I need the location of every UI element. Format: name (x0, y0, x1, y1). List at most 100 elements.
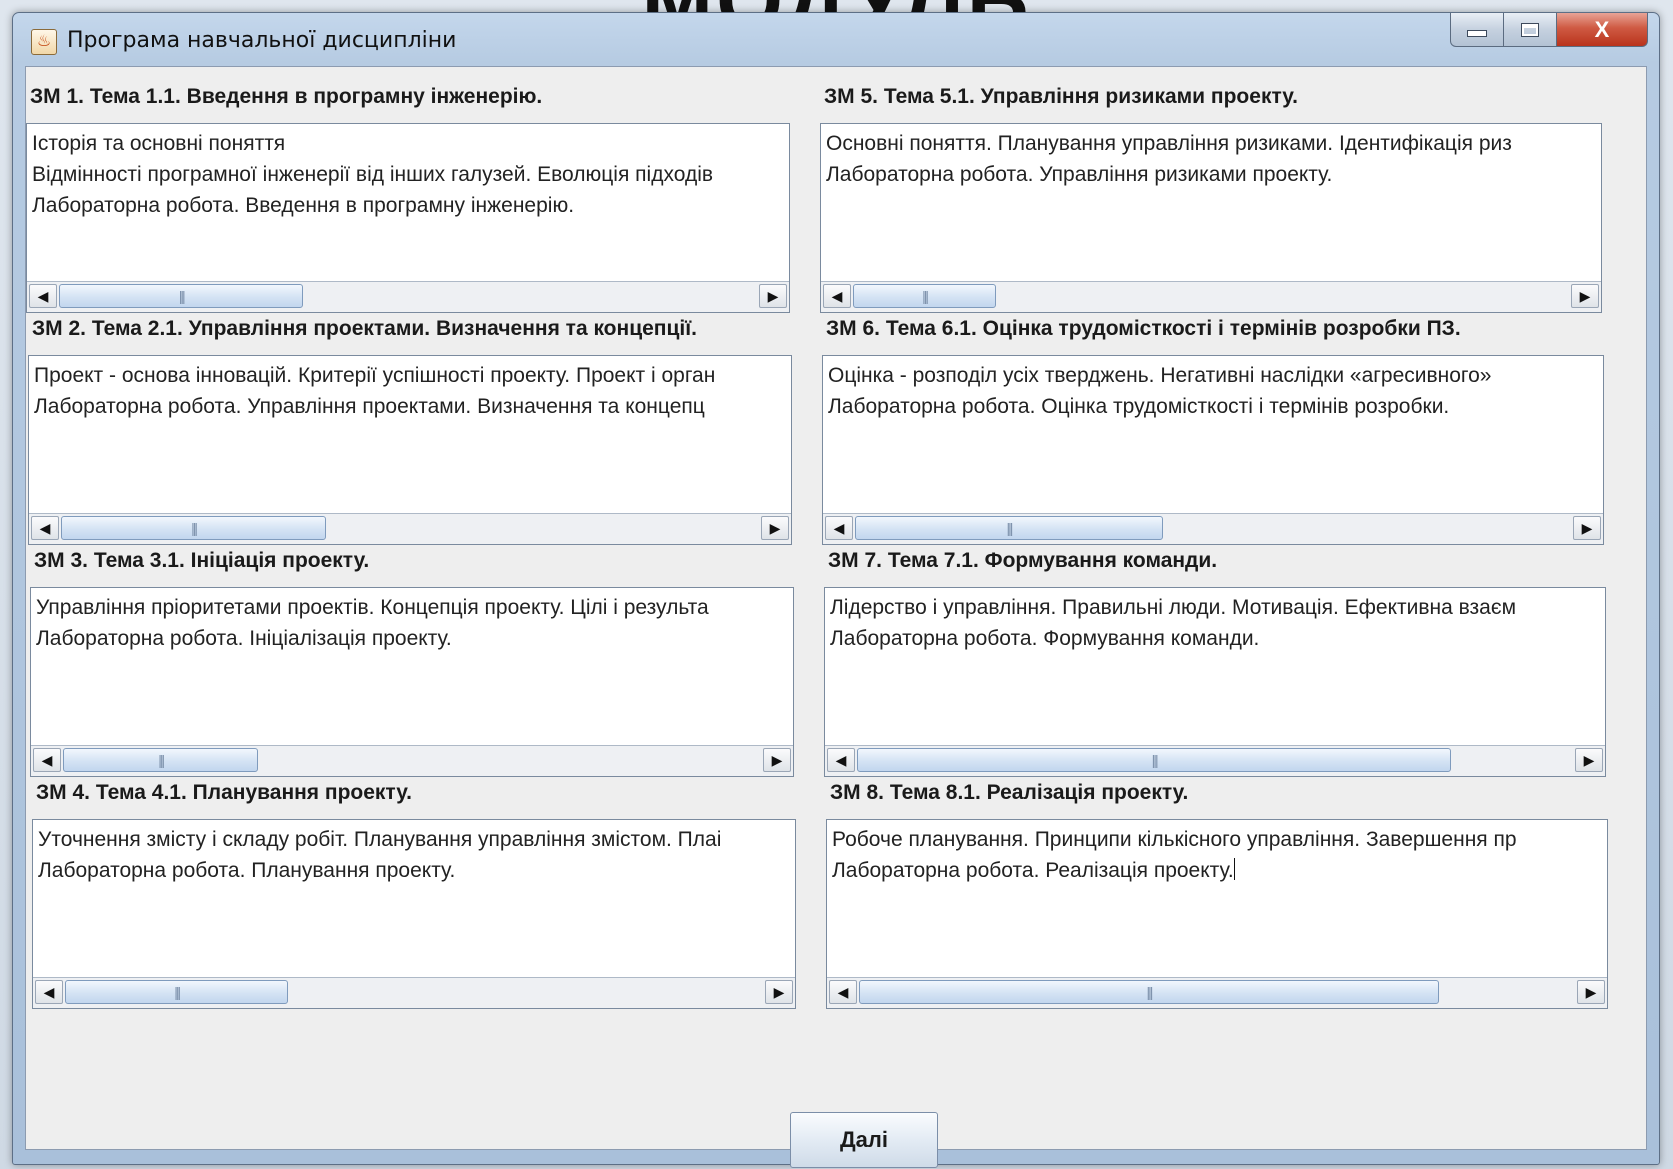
topic-text-area[interactable]: Проект - основа інновацій. Критерії успі… (28, 355, 792, 545)
scroll-thumb[interactable]: ||| (63, 748, 259, 772)
topic-text-area[interactable]: Лідерство і управління. Правильні люди. … (824, 587, 1606, 777)
scroll-right-button[interactable]: ▶ (1573, 516, 1601, 540)
arrow-left-icon: ◀ (41, 751, 53, 768)
scroll-left-button[interactable]: ◀ (35, 980, 63, 1004)
arrow-left-icon: ◀ (831, 287, 843, 304)
text-content[interactable]: Оцінка - розподіл усіх тверджень. Негати… (828, 360, 1599, 510)
topic-text-area[interactable]: Історія та основні поняття Відмінності п… (26, 123, 790, 313)
topic-text-area[interactable]: Оцінка - розподіл усіх тверджень. Негати… (822, 355, 1604, 545)
scroll-right-button[interactable]: ▶ (1577, 980, 1605, 1004)
scroll-track[interactable]: ||| (63, 748, 761, 772)
scroll-track[interactable]: ||| (857, 748, 1573, 772)
scroll-right-button[interactable]: ▶ (761, 516, 789, 540)
arrow-left-icon: ◀ (837, 983, 849, 1000)
text-line-content: Лабораторна робота. Реалізація проекту. (832, 859, 1234, 882)
topic-text-area[interactable]: Управління пріоритетами проектів. Концеп… (30, 587, 794, 777)
scroll-thumb[interactable]: ||| (59, 284, 304, 308)
text-line: Лабораторна робота. Введення в програмну… (32, 194, 575, 217)
section-title: ЗМ 2. Тема 2.1. Управління проектами. Ви… (32, 317, 697, 340)
scroll-thumb[interactable]: ||| (853, 284, 997, 308)
grip-icon: ||| (1146, 984, 1154, 1000)
scroll-track[interactable]: ||| (59, 284, 757, 308)
section-title: ЗМ 6. Тема 6.1. Оцінка трудомісткості і … (826, 317, 1461, 340)
grip-icon: ||| (1006, 520, 1013, 536)
text-content[interactable]: Проект - основа інновацій. Критерії успі… (34, 360, 787, 510)
arrow-right-icon: ▶ (767, 287, 779, 304)
title-bar[interactable]: ♨ Програма навчальної дисципліни X (13, 13, 1659, 67)
scroll-left-button[interactable]: ◀ (827, 748, 855, 772)
text-line: Лабораторна робота. Управління проектами… (34, 395, 705, 418)
grip-icon: ||| (922, 288, 929, 304)
section-title: ЗМ 1. Тема 1.1. Введення в програмну інж… (30, 85, 543, 108)
scroll-left-button[interactable]: ◀ (29, 284, 57, 308)
scroll-thumb[interactable]: ||| (857, 748, 1452, 772)
text-line: Проект - основа інновацій. Критерії успі… (34, 364, 716, 387)
text-line: Уточнення змісту і складу робіт. Планува… (38, 828, 722, 851)
close-button[interactable]: X (1556, 13, 1648, 47)
scroll-right-button[interactable]: ▶ (765, 980, 793, 1004)
arrow-right-icon: ▶ (1583, 751, 1595, 768)
scroll-left-button[interactable]: ◀ (31, 516, 59, 540)
scroll-left-button[interactable]: ◀ (825, 516, 853, 540)
horizontal-scrollbar[interactable]: ◀ ||| ▶ (31, 745, 793, 776)
scroll-thumb[interactable]: ||| (855, 516, 1163, 540)
arrow-right-icon: ▶ (1579, 287, 1591, 304)
text-line: Робоче планування. Принципи кількісного … (832, 828, 1517, 851)
arrow-left-icon: ◀ (43, 983, 55, 1000)
topic-text-area[interactable]: Робоче планування. Принципи кількісного … (826, 819, 1608, 1009)
scroll-track[interactable]: ||| (859, 980, 1575, 1004)
grip-icon: ||| (158, 752, 165, 768)
arrow-right-icon: ▶ (1585, 983, 1597, 1000)
scroll-track[interactable]: ||| (61, 516, 759, 540)
arrow-right-icon: ▶ (1581, 519, 1593, 536)
scroll-left-button[interactable]: ◀ (829, 980, 857, 1004)
scroll-left-button[interactable]: ◀ (823, 284, 851, 308)
text-line: Управління пріоритетами проектів. Концеп… (36, 596, 709, 619)
topic-text-area[interactable]: Уточнення змісту і складу робіт. Планува… (32, 819, 796, 1009)
scroll-right-button[interactable]: ▶ (1571, 284, 1599, 308)
app-window: ♨ Програма навчальної дисципліни X ЗМ 1.… (12, 12, 1660, 1168)
horizontal-scrollbar[interactable]: ◀ ||| ▶ (823, 513, 1603, 544)
text-content[interactable]: Уточнення змісту і складу робіт. Планува… (38, 824, 791, 974)
section-title: ЗМ 8. Тема 8.1. Реалізація проекту. (830, 781, 1189, 804)
scroll-track[interactable]: ||| (65, 980, 763, 1004)
scroll-right-button[interactable]: ▶ (1575, 748, 1603, 772)
text-content[interactable]: Управління пріоритетами проектів. Концеп… (36, 592, 789, 742)
minimize-icon (1467, 30, 1487, 37)
text-line: Лабораторна робота. Планування проекту. (38, 859, 456, 882)
horizontal-scrollbar[interactable]: ◀ ||| ▶ (33, 977, 795, 1008)
scroll-left-button[interactable]: ◀ (33, 748, 61, 772)
arrow-right-icon: ▶ (773, 983, 785, 1000)
arrow-left-icon: ◀ (37, 287, 49, 304)
close-icon: X (1594, 16, 1610, 42)
next-button[interactable]: Далі (790, 1112, 938, 1168)
topic-text-area[interactable]: Основні поняття. Планування управління р… (820, 123, 1602, 313)
horizontal-scrollbar[interactable]: ◀ ||| ▶ (29, 513, 791, 544)
arrow-right-icon: ▶ (769, 519, 781, 536)
arrow-left-icon: ◀ (833, 519, 845, 536)
scroll-right-button[interactable]: ▶ (759, 284, 787, 308)
horizontal-scrollbar[interactable]: ◀ ||| ▶ (827, 977, 1607, 1008)
scroll-right-button[interactable]: ▶ (763, 748, 791, 772)
text-content[interactable]: Робоче планування. Принципи кількісного … (832, 824, 1603, 974)
scroll-thumb[interactable]: ||| (61, 516, 327, 540)
window-title: Програма навчальної дисципліни (67, 28, 457, 53)
text-content[interactable]: Історія та основні поняття Відмінності п… (32, 128, 785, 278)
scroll-track[interactable]: ||| (855, 516, 1571, 540)
horizontal-scrollbar[interactable]: ◀ ||| ▶ (825, 745, 1605, 776)
maximize-button[interactable] (1503, 13, 1557, 47)
horizontal-scrollbar[interactable]: ◀ ||| ▶ (821, 281, 1601, 312)
section-title: ЗМ 7. Тема 7.1. Формування команди. (828, 549, 1218, 572)
grip-icon: ||| (178, 288, 186, 304)
scroll-track[interactable]: ||| (853, 284, 1569, 308)
text-line: Відмінності програмної інженерії від інш… (32, 163, 714, 186)
minimize-button[interactable] (1450, 13, 1504, 47)
horizontal-scrollbar[interactable]: ◀ ||| ▶ (27, 281, 789, 312)
text-content[interactable]: Лідерство і управління. Правильні люди. … (830, 592, 1601, 742)
text-content[interactable]: Основні поняття. Планування управління р… (826, 128, 1597, 278)
text-line: Лідерство і управління. Правильні люди. … (830, 596, 1517, 619)
java-app-icon: ♨ (31, 29, 57, 55)
scroll-thumb[interactable]: ||| (859, 980, 1439, 1004)
grip-icon: ||| (174, 984, 181, 1000)
scroll-thumb[interactable]: ||| (65, 980, 289, 1004)
